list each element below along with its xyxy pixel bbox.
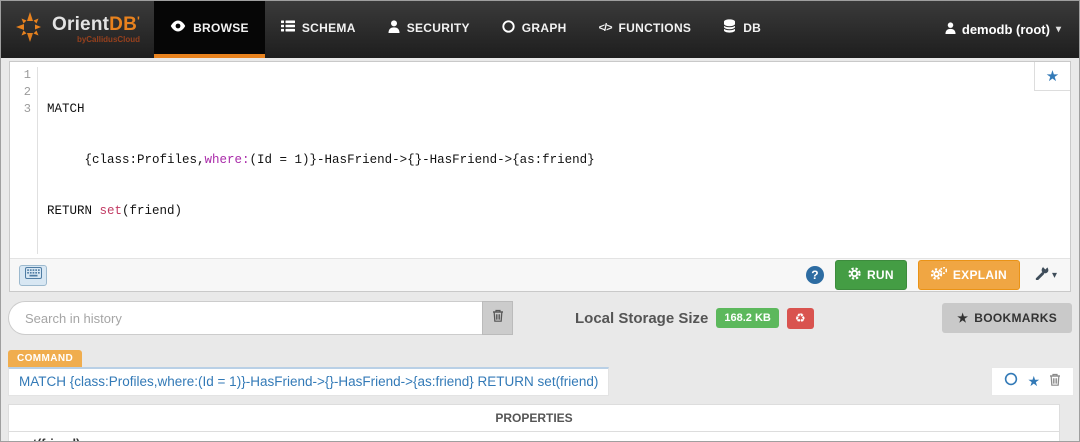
line-number-gutter: 1 2 3	[10, 67, 38, 254]
explain-button[interactable]: EXPLAIN	[917, 260, 1020, 290]
top-navbar: OrientDB' byCallidusCloud BROWSE SCHEMA	[1, 1, 1079, 58]
star-icon: ★	[957, 311, 969, 325]
brand-text: OrientDB' byCallidusCloud	[52, 14, 141, 44]
help-button[interactable]: ?	[805, 266, 824, 284]
circle-icon	[502, 19, 515, 36]
line-number: 2	[23, 85, 31, 99]
chevron-down-icon: ▾	[1055, 24, 1061, 35]
executed-query-text[interactable]: MATCH {class:Profiles,where:(Id = 1)}-Ha…	[8, 367, 610, 396]
bookmarks-button-label: BOOKMARKS	[974, 311, 1057, 325]
run-button-label: RUN	[866, 268, 894, 282]
gear-icon	[848, 267, 861, 283]
list-icon	[280, 20, 295, 35]
tab-schema[interactable]: SCHEMA	[265, 1, 372, 58]
user-menu-label: demodb (root)	[961, 22, 1050, 37]
main-menu: BROWSE SCHEMA SECURITY GRAPH </> FUNCTIO…	[154, 1, 777, 58]
tab-functions[interactable]: </> FUNCTIONS	[583, 1, 708, 58]
local-storage-label: Local Storage Size	[575, 309, 709, 327]
tab-browse[interactable]: BROWSE	[154, 1, 265, 58]
question-mark-icon: ?	[811, 268, 819, 282]
caret-down-icon: ▾	[1051, 269, 1057, 281]
settings-dropdown-button[interactable]: ▾	[1031, 264, 1061, 285]
trash-icon	[492, 309, 504, 327]
clear-history-button[interactable]	[482, 301, 513, 335]
user-avatar-icon	[945, 22, 956, 37]
circle-icon	[1004, 372, 1018, 391]
query-code-text: MATCH {class:Profiles,where:(Id = 1)}-Ha…	[47, 102, 595, 218]
line-number: 1	[23, 68, 31, 82]
storage-size-badge: 168.2 KB	[716, 308, 779, 328]
tab-graph[interactable]: GRAPH	[486, 1, 583, 58]
line-number: 3	[23, 102, 31, 116]
code-icon: </>	[598, 21, 613, 34]
query-editor-panel: 1 2 3 MATCH {class:Profiles,where:(Id = …	[9, 61, 1071, 292]
tab-functions-label: FUNCTIONS	[618, 20, 692, 35]
brand-orient: Orient	[52, 14, 110, 35]
tab-security-label: SECURITY	[406, 20, 470, 35]
wrench-icon	[1035, 264, 1049, 285]
orientdb-studio-window: OrientDB' byCallidusCloud BROWSE SCHEMA	[0, 0, 1080, 442]
bookmarks-button[interactable]: ★ BOOKMARKS	[942, 303, 1072, 333]
user-menu[interactable]: demodb (root) ▾	[945, 1, 1079, 58]
tab-db-label: DB	[743, 20, 762, 35]
keyboard-shortcuts-button[interactable]	[19, 264, 47, 286]
run-button[interactable]: RUN	[834, 260, 907, 290]
result-actions: ★	[991, 367, 1074, 396]
search-history-input[interactable]	[8, 301, 482, 335]
history-toolbar: Local Storage Size 168.2 KB ♻ ★ BOOKMARK…	[8, 301, 1072, 335]
trash-icon	[1049, 373, 1061, 391]
tab-graph-label: GRAPH	[521, 20, 567, 35]
command-result-section: COMMAND MATCH {class:Profiles,where:(Id …	[8, 348, 1074, 441]
table-column-header: PROPERTIES	[9, 405, 1059, 432]
local-storage-info: Local Storage Size 168.2 KB ♻	[575, 307, 814, 329]
command-type-badge: COMMAND	[8, 350, 83, 367]
bookmark-result-button[interactable]: ★	[1027, 373, 1040, 390]
star-icon: ★	[1045, 68, 1060, 85]
cogs-icon	[930, 266, 948, 283]
starburst-logo-icon	[15, 11, 45, 48]
brand-tagline: byCallidusCloud	[76, 35, 141, 44]
eye-icon	[170, 20, 186, 35]
bookmark-query-button[interactable]: ★	[1034, 62, 1070, 91]
keyboard-icon	[24, 266, 42, 284]
rerun-circle-button[interactable]	[1004, 372, 1018, 391]
history-search-group	[8, 301, 513, 335]
star-icon: ★	[1027, 373, 1040, 389]
keyword-token: where:	[204, 153, 250, 167]
database-icon	[723, 19, 736, 36]
tab-db[interactable]: DB	[707, 1, 777, 58]
query-code-editor[interactable]: 1 2 3 MATCH {class:Profiles,where:(Id = …	[10, 62, 1070, 258]
results-table: PROPERTIES set(friend) #48:0 #47:0 #46:0…	[8, 404, 1060, 441]
editor-toolbar: ? RUN EXPLAIN ▾	[10, 258, 1070, 291]
tab-security[interactable]: SECURITY	[372, 1, 486, 58]
brand-db: DB	[109, 14, 137, 35]
clear-storage-button[interactable]: ♻	[786, 307, 814, 329]
recycle-icon: ♻	[794, 310, 806, 325]
tab-schema-label: SCHEMA	[301, 20, 356, 35]
result-row-key: set(friend)	[9, 432, 1059, 441]
delete-result-button[interactable]	[1049, 373, 1061, 391]
explain-button-label: EXPLAIN	[952, 268, 1007, 282]
user-icon	[388, 19, 400, 36]
orientdb-logo[interactable]: OrientDB' byCallidusCloud	[1, 1, 154, 58]
function-token: set	[99, 204, 123, 218]
tab-browse-label: BROWSE	[193, 20, 249, 35]
